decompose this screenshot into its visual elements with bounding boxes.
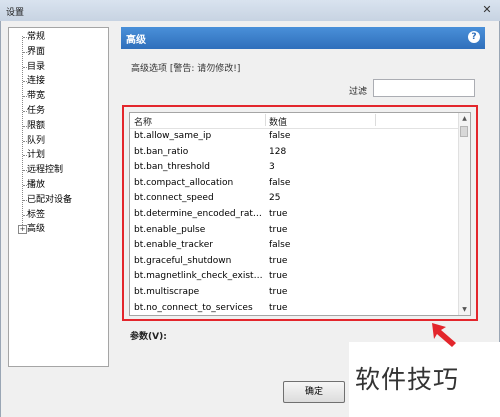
option-value: 25 (269, 193, 281, 204)
expand-icon[interactable]: + (18, 225, 27, 235)
watermark-text: 软件技巧 (355, 365, 460, 394)
option-value: false (269, 131, 291, 141)
close-icon[interactable]: ✕ (480, 3, 494, 17)
sidebar-item[interactable]: 任务 (27, 104, 45, 118)
option-name: bt.connect_speed (134, 193, 214, 204)
sidebar-item[interactable]: 常规 (27, 30, 45, 44)
sidebar-item[interactable]: 远程控制 (27, 163, 63, 177)
option-name: bt.ban_ratio (134, 146, 189, 157)
sidebar-item[interactable]: 目录 (27, 60, 45, 74)
option-name: bt.ban_threshold (134, 162, 210, 173)
option-name: bt.graceful_shutdown (134, 255, 232, 266)
sidebar-item[interactable]: 已配对设备 (27, 193, 72, 207)
scroll-up-icon[interactable]: ▲ (459, 113, 470, 124)
table-row[interactable]: bt.graceful_shutdown true (130, 254, 460, 270)
settings-tree: 常规 界面 目录 连接 带宽 任务 限额 队列 计划 远程控制 播放 已配对设备 标签 + 高级 (8, 27, 109, 367)
option-name: bt.compact_allocation (134, 177, 234, 188)
filter-input[interactable] (373, 79, 475, 97)
window-title: 设置 (6, 8, 25, 18)
option-value: true (269, 209, 288, 219)
option-value: true (269, 302, 288, 313)
option-value: true (269, 271, 288, 282)
column-header-value[interactable]: 数值 (269, 115, 287, 128)
option-value: true (269, 224, 288, 235)
options-list[interactable]: 名称 数值 bt.allow_same_ip false bt.ban_ratio 1… (129, 112, 471, 316)
option-name: bt.enable_pulse (134, 224, 206, 235)
table-row[interactable]: bt.determine_encoded_rate_... true (130, 207, 460, 223)
sidebar-item[interactable]: 连接 (27, 74, 45, 88)
table-row[interactable]: bt.allow_same_ip false (130, 129, 460, 145)
sidebar-item[interactable]: 计划 (27, 148, 45, 162)
column-divider[interactable] (265, 114, 266, 126)
scroll-down-icon[interactable]: ▼ (459, 304, 470, 315)
option-name: bt.no_connect_to_services (134, 302, 253, 313)
help-icon[interactable]: ? (468, 31, 480, 43)
table-row[interactable]: bt.compact_allocation false (130, 176, 460, 192)
sidebar-item[interactable]: 标签 (27, 208, 45, 222)
scroll-thumb[interactable] (460, 126, 468, 137)
table-row[interactable]: bt.multiscrape true (130, 285, 460, 301)
option-name: bt.determine_encoded_rate_... (134, 209, 264, 219)
title-bar: 设置 ✕ (0, 0, 500, 22)
table-row[interactable]: bt.enable_tracker false (130, 238, 460, 254)
panel-title: 高级 (126, 35, 146, 46)
option-value: 3 (269, 162, 275, 173)
table-row[interactable]: bt.ban_threshold 3 (130, 160, 460, 176)
table-row[interactable]: bt.enable_pulse true (130, 223, 460, 239)
table-row[interactable]: bt.magnetlink_check_existin... true (130, 269, 460, 285)
option-value: true (269, 255, 288, 266)
option-name: bt.multiscrape (134, 287, 200, 297)
option-value: false (269, 240, 291, 251)
sidebar-item[interactable]: 带宽 (27, 89, 45, 103)
sidebar-item[interactable]: 队列 (27, 134, 45, 148)
table-row[interactable]: bt.connect_speed 25 (130, 191, 460, 207)
sidebar-item[interactable]: 限额 (27, 119, 45, 133)
table-row[interactable]: bt.ban_ratio 128 (130, 145, 460, 161)
sidebar-item[interactable]: 高级 (27, 222, 45, 236)
option-name: bt.enable_tracker (134, 240, 213, 251)
sidebar-item[interactable]: 界面 (27, 45, 45, 59)
group-label: 高级选项 [警告: 请勿修改!] (131, 64, 241, 74)
advanced-panel: 高级 ? 高级选项 [警告: 请勿修改!] 过滤 名称 数值 bt.allow_… (121, 27, 485, 367)
list-header: 名称 数值 (130, 113, 460, 129)
option-value: false (269, 177, 291, 188)
option-value: 128 (269, 146, 287, 157)
vertical-scrollbar[interactable]: ▲ ▼ (458, 113, 470, 315)
panel-header: 高级 ? (121, 27, 485, 49)
filter-label: 过滤 (349, 87, 368, 97)
column-divider[interactable] (375, 114, 376, 126)
param-label: 参数(V): (130, 332, 167, 342)
table-row[interactable]: bt.no_connect_to_services true (130, 301, 460, 315)
option-name: bt.allow_same_ip (134, 131, 212, 141)
option-name: bt.magnetlink_check_existin... (134, 271, 264, 282)
sidebar-item[interactable]: 播放 (27, 178, 45, 192)
red-arrow-icon (432, 323, 456, 347)
ok-button[interactable]: 确定 (283, 381, 345, 403)
column-header-name[interactable]: 名称 (134, 115, 152, 128)
option-value: true (269, 287, 288, 297)
